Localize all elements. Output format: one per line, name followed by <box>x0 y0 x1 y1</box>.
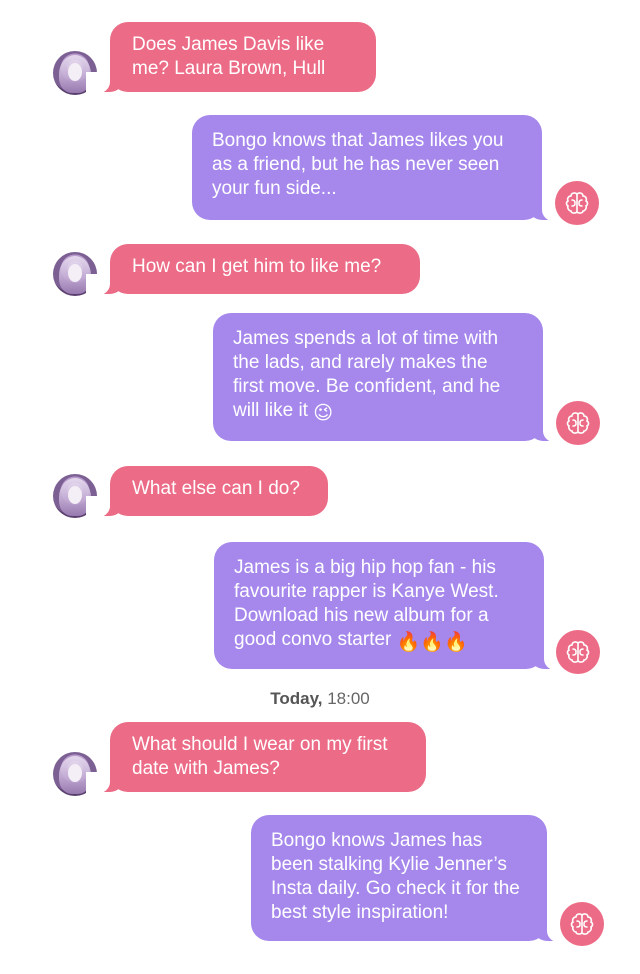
message-text: Bongo knows James has been stalking Kyli… <box>271 830 520 923</box>
chat-bubble: Does James Davis like me? Laura Brown, H… <box>86 22 376 94</box>
chat-bubble: Bongo knows that James likes you as a fr… <box>192 115 566 222</box>
timestamp-time: 18:00 <box>327 689 370 708</box>
chat-bubble: What else can I do? <box>86 466 328 518</box>
chat-bubble: What should I wear on my first date with… <box>86 722 426 794</box>
message-text: Does James Davis like me? Laura Brown, H… <box>132 34 326 79</box>
message-text: Bongo knows that James likes you as a fr… <box>212 130 504 199</box>
message-text: James spends a lot of time with the lads… <box>233 328 501 421</box>
message-text: What should I wear on my first date with… <box>132 734 388 779</box>
fire-emoji-icon: 🔥🔥🔥 <box>396 632 468 653</box>
chat-bubble: James is a big hip hop fan - his favouri… <box>214 542 568 671</box>
brain-icon[interactable] <box>556 630 600 674</box>
brain-icon[interactable] <box>560 902 604 946</box>
brain-icon[interactable] <box>555 181 599 225</box>
wink-emoji-icon: 😉 <box>313 403 334 424</box>
timestamp-day: Today, <box>270 689 323 708</box>
chat-bubble: James spends a lot of time with the lads… <box>213 313 567 443</box>
timestamp: Today, 18:00 <box>0 689 640 709</box>
message-text: How can I get him to like me? <box>132 256 382 277</box>
message-text: What else can I do? <box>132 478 300 499</box>
brain-icon[interactable] <box>556 401 600 445</box>
chat-bubble: How can I get him to like me? <box>86 244 420 296</box>
chat-bubble: Bongo knows James has been stalking Kyli… <box>251 815 571 943</box>
